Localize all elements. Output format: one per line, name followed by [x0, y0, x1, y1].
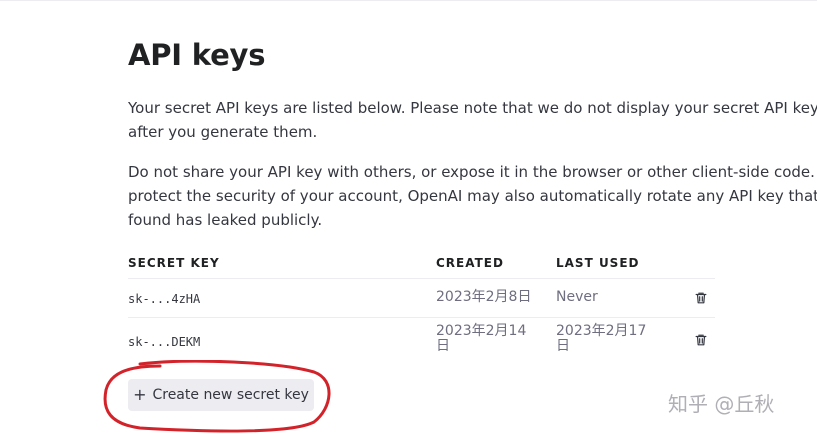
trash-icon[interactable] [694, 291, 708, 305]
keys-description: Your secret API keys are listed below. P… [128, 96, 817, 144]
last-used-value: Never [556, 289, 598, 305]
column-header-last-used: LAST USED [556, 256, 640, 270]
plus-icon: + [133, 385, 147, 404]
column-header-created: CREATED [436, 256, 504, 270]
table-row: sk-...4zHA 2023年2月8日 Never [128, 279, 715, 317]
keys-description-line: after you generate them. [128, 123, 318, 141]
created-date: 2023年2月8日 [436, 289, 532, 305]
security-notice: Do not share your API key with others, o… [128, 160, 817, 232]
main-content: API keys Your secret API keys are listed… [128, 0, 817, 434]
secret-key-value: sk-...4zHA [128, 292, 201, 306]
create-new-secret-key-label: Create new secret key [152, 387, 309, 403]
security-notice-line: protect the security of your account, Op… [128, 187, 817, 205]
security-notice-line: Do not share your API key with others, o… [128, 163, 817, 181]
last-used-value: 2023年2月17日 [556, 323, 647, 354]
create-new-secret-key-button[interactable]: + Create new secret key [128, 379, 314, 411]
table-row: sk-...DEKM 2023年2月14日 2023年2月17日 [128, 318, 715, 364]
keys-description-line: Your secret API keys are listed below. P… [128, 99, 817, 117]
created-date: 2023年2月14日 [436, 323, 527, 354]
secret-key-value: sk-...DEKM [128, 335, 201, 349]
watermark-text: 知乎 @丘秋 [668, 392, 775, 416]
column-header-secret-key: SECRET KEY [128, 256, 220, 270]
trash-icon[interactable] [694, 333, 708, 347]
security-notice-line: found has leaked publicly. [128, 211, 323, 229]
page-title: API keys [128, 38, 266, 72]
